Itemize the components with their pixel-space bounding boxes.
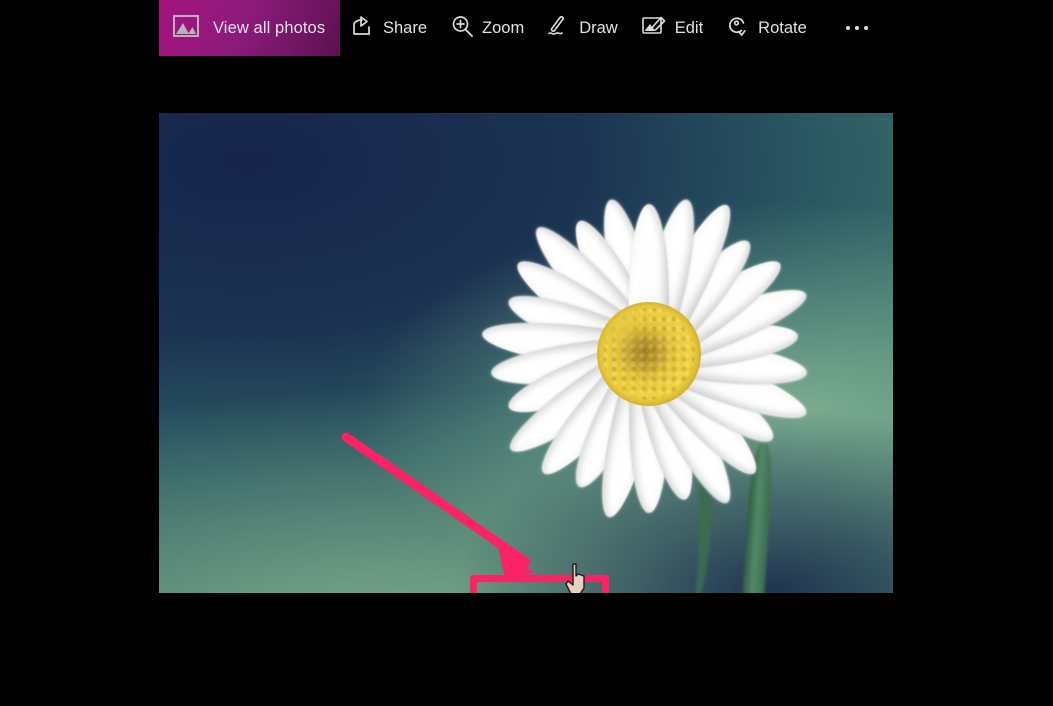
view-all-photos-label: View all photos	[213, 18, 326, 37]
share-button[interactable]: Share	[340, 0, 439, 56]
zoom-in-icon	[451, 15, 473, 42]
draw-label: Draw	[579, 18, 618, 37]
zoom-label: Zoom	[482, 18, 525, 37]
draw-button[interactable]: Draw	[536, 0, 630, 56]
daisy-flower	[465, 170, 833, 538]
edit-label: Edit	[674, 18, 704, 37]
rotate-label: Rotate	[758, 18, 807, 37]
edit-image-icon	[641, 16, 666, 41]
share-label: Share	[383, 18, 428, 37]
flower-core	[597, 302, 701, 406]
photos-library-icon	[173, 14, 199, 42]
zoom-button[interactable]: Zoom	[439, 0, 536, 56]
rotate-button[interactable]: Rotate	[715, 0, 819, 56]
rotate-icon	[727, 14, 749, 43]
photos-toolbar: View all photos Share Zoom Draw Edit Rot…	[0, 0, 1053, 56]
call-bottom-bar: Invite to Stream mily	[0, 593, 1053, 706]
draw-pen-icon	[548, 15, 570, 42]
edit-button[interactable]: Edit	[630, 0, 715, 56]
photo-viewer[interactable]	[159, 113, 893, 593]
more-dots-icon[interactable]	[833, 0, 881, 56]
app-root: View all photos Share Zoom Draw Edit Rot…	[0, 0, 1053, 706]
view-all-photos-button[interactable]: View all photos	[159, 0, 340, 56]
share-icon	[352, 15, 374, 41]
